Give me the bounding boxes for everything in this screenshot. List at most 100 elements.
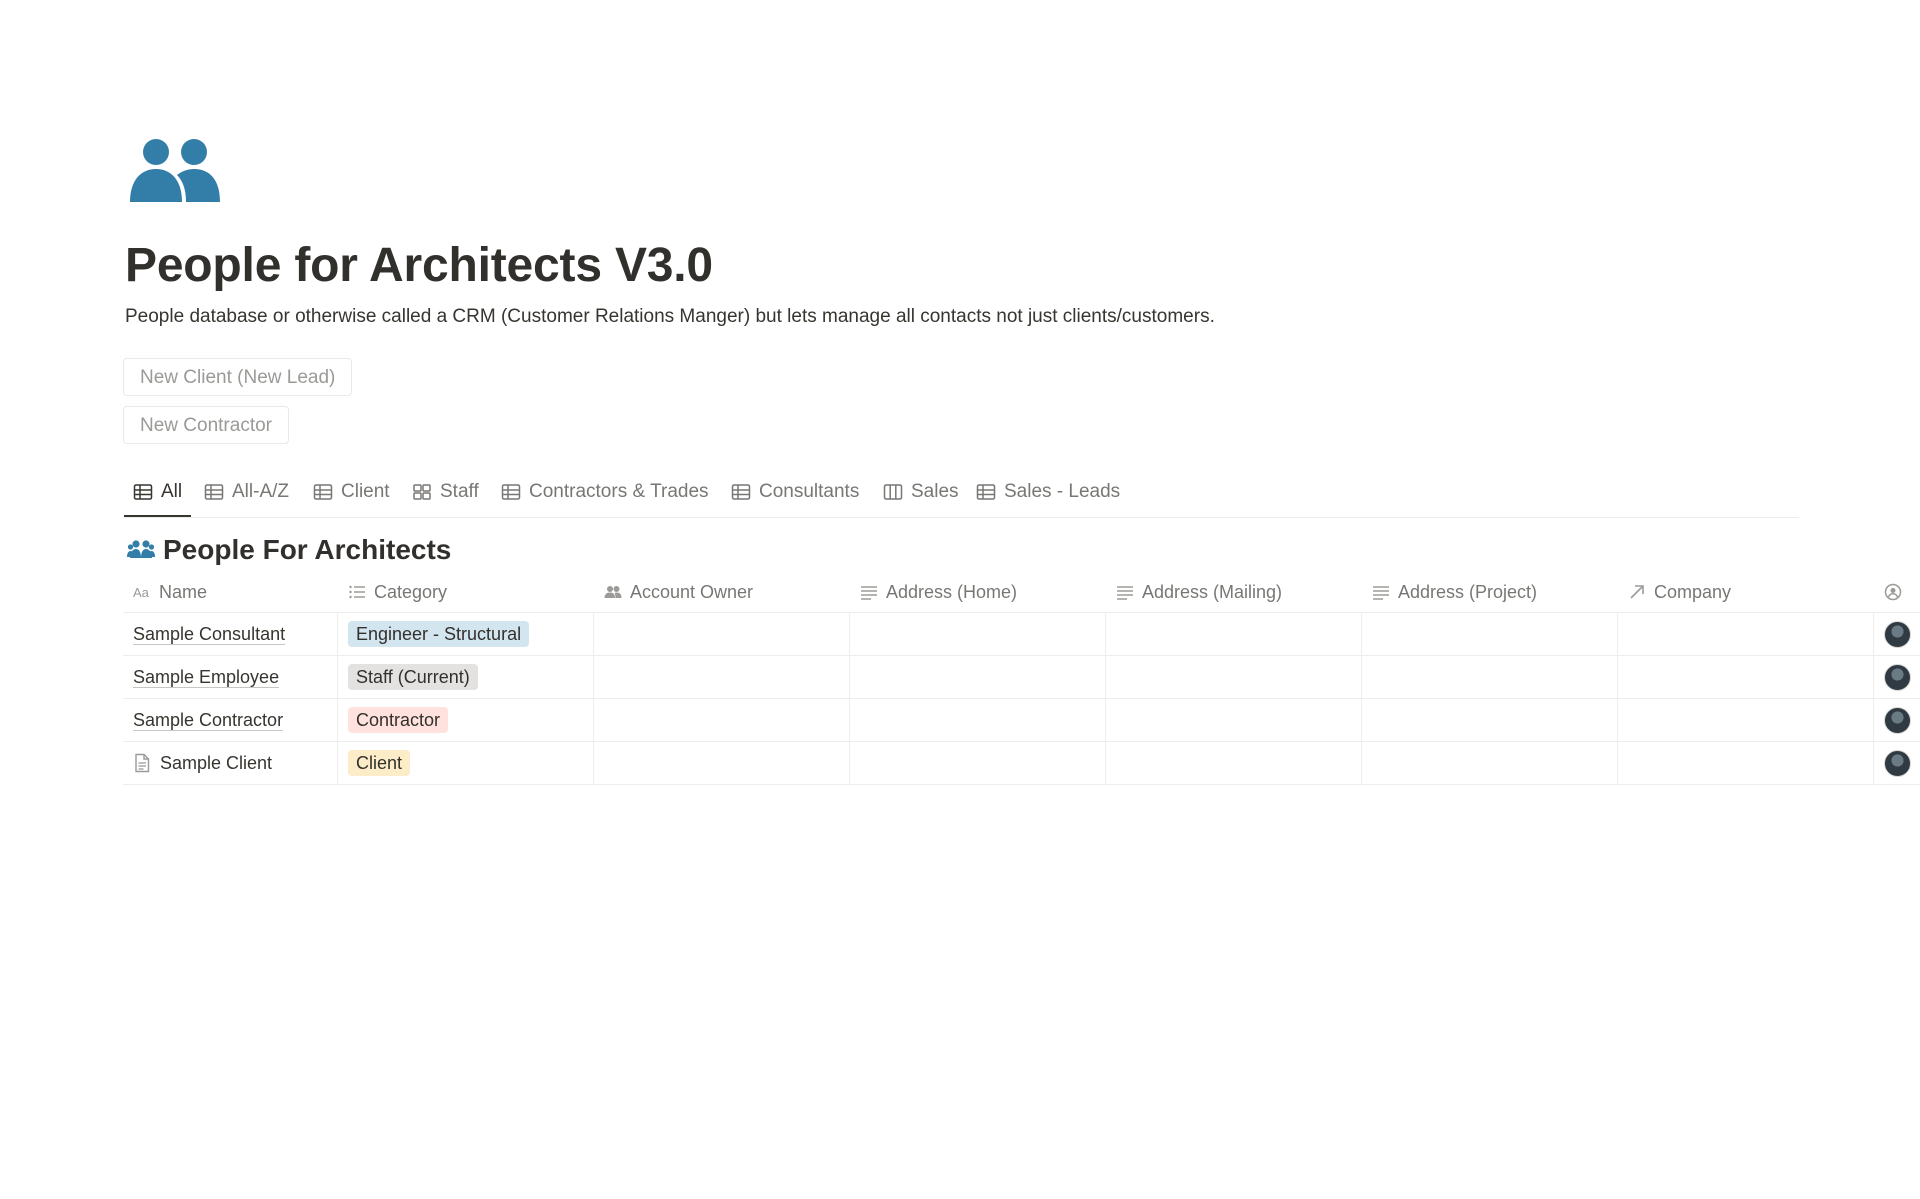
tab-label: Client xyxy=(341,481,390,502)
new-contractor-button[interactable]: New Contractor xyxy=(123,406,289,444)
address-project-cell[interactable] xyxy=(1362,699,1618,741)
page-title: People for Architects V3.0 xyxy=(125,239,713,292)
address-project-cell[interactable] xyxy=(1362,613,1618,655)
name-cell[interactable]: Sample Contractor xyxy=(123,699,338,741)
address-home-cell[interactable] xyxy=(850,742,1106,784)
table-icon xyxy=(133,484,153,500)
column-header-account-owner[interactable]: Account Owner xyxy=(594,572,850,612)
table-icon xyxy=(313,484,333,500)
name-cell[interactable]: Sample Employee xyxy=(123,656,338,698)
avatar xyxy=(1884,706,1911,734)
tab-sales[interactable]: Sales xyxy=(883,468,959,516)
created-by-icon xyxy=(1884,583,1902,601)
view-tabs: All All-A/Z Client Staff Contractors & T… xyxy=(123,468,1799,518)
table-icon xyxy=(976,484,996,500)
column-label: Address (Home) xyxy=(886,581,1018,602)
svg-text:Aa: Aa xyxy=(133,585,150,600)
category-tag: Client xyxy=(348,750,411,776)
column-header-address-project[interactable]: Address (Project) xyxy=(1362,572,1618,612)
list-icon xyxy=(349,585,365,599)
people-icon xyxy=(127,540,155,558)
new-client-button[interactable]: New Client (New Lead) xyxy=(123,358,353,396)
address-mailing-cell[interactable] xyxy=(1106,656,1362,698)
text-icon xyxy=(1373,586,1389,600)
account-owner-cell[interactable] xyxy=(594,742,850,784)
table-row[interactable]: Sample Client Client xyxy=(123,742,1920,785)
tab-all-a-z[interactable]: All-A/Z xyxy=(204,468,289,516)
address-project-cell[interactable] xyxy=(1362,742,1618,784)
table-icon xyxy=(204,484,224,500)
column-label: Address (Project) xyxy=(1398,581,1538,602)
address-home-cell[interactable] xyxy=(850,656,1106,698)
tab-consultants[interactable]: Consultants xyxy=(731,468,859,516)
tab-all[interactable]: All xyxy=(123,468,192,517)
page-description: People database or otherwise called a CR… xyxy=(125,306,1215,327)
avatar xyxy=(1884,620,1911,648)
address-mailing-cell[interactable] xyxy=(1106,699,1362,741)
company-cell[interactable] xyxy=(1618,656,1874,698)
people-table: Aa Name Category Account Owner Address (… xyxy=(123,572,1920,785)
tab-contractors-trades[interactable]: Contractors & Trades xyxy=(501,468,709,516)
column-label: Account Owner xyxy=(630,581,754,602)
address-home-cell[interactable] xyxy=(850,613,1106,655)
tab-staff[interactable]: Staff xyxy=(412,468,479,516)
name-cell[interactable]: Sample Consultant xyxy=(123,613,338,655)
column-label: Name xyxy=(159,581,208,602)
table-header: Aa Name Category Account Owner Address (… xyxy=(123,572,1920,613)
company-cell[interactable] xyxy=(1618,699,1874,741)
row-name[interactable]: Sample Consultant xyxy=(133,624,286,645)
text-icon xyxy=(1117,586,1133,600)
person-icon xyxy=(604,586,622,598)
category-cell[interactable]: Engineer - Structural xyxy=(338,613,594,655)
company-cell[interactable] xyxy=(1618,613,1874,655)
people-icon[interactable] xyxy=(130,138,226,202)
column-header-company[interactable]: Company xyxy=(1618,572,1874,612)
account-owner-cell[interactable] xyxy=(594,699,850,741)
table-row[interactable]: Sample Contractor Contractor xyxy=(123,699,1920,742)
title-icon: Aa xyxy=(133,585,150,600)
category-cell[interactable]: Contractor xyxy=(338,699,594,741)
column-label: Category xyxy=(374,581,448,602)
category-cell[interactable]: Client xyxy=(338,742,594,784)
row-name[interactable]: Sample Employee xyxy=(133,667,280,688)
address-mailing-cell[interactable] xyxy=(1106,742,1362,784)
address-mailing-cell[interactable] xyxy=(1106,613,1362,655)
database-title[interactable]: People For Architects xyxy=(127,530,451,570)
created-by-cell[interactable] xyxy=(1874,742,1920,784)
category-tag: Staff (Current) xyxy=(348,664,478,690)
table-row[interactable]: Sample Consultant Engineer - Structural xyxy=(123,613,1920,656)
tab-label: Consultants xyxy=(759,481,860,502)
category-cell[interactable]: Staff (Current) xyxy=(338,656,594,698)
name-cell[interactable]: Sample Client xyxy=(123,742,338,784)
address-home-cell[interactable] xyxy=(850,699,1106,741)
column-header-address-home[interactable]: Address (Home) xyxy=(850,572,1106,612)
document-icon xyxy=(135,753,150,773)
table-row[interactable]: Sample Employee Staff (Current) xyxy=(123,656,1920,699)
created-by-cell[interactable] xyxy=(1874,613,1920,655)
created-by-cell[interactable] xyxy=(1874,656,1920,698)
account-owner-cell[interactable] xyxy=(594,656,850,698)
address-project-cell[interactable] xyxy=(1362,656,1618,698)
category-tag: Contractor xyxy=(348,707,449,733)
text-icon xyxy=(861,586,877,600)
tab-label: Staff xyxy=(440,481,479,502)
company-cell[interactable] xyxy=(1618,742,1874,784)
tab-label: Sales - Leads xyxy=(1004,481,1121,502)
gallery-icon xyxy=(413,484,431,500)
column-header-address-mailing[interactable]: Address (Mailing) xyxy=(1106,572,1362,612)
avatar xyxy=(1884,749,1911,777)
row-name[interactable]: Sample Contractor xyxy=(133,710,284,731)
created-by-cell[interactable] xyxy=(1874,699,1920,741)
column-header-created-by[interactable] xyxy=(1874,572,1920,612)
account-owner-cell[interactable] xyxy=(594,613,850,655)
column-label: Address (Mailing) xyxy=(1142,581,1283,602)
column-header-category[interactable]: Category xyxy=(338,572,594,612)
column-header-name[interactable]: Aa Name xyxy=(123,572,338,612)
tab-client[interactable]: Client xyxy=(313,468,390,516)
relation-icon xyxy=(1630,585,1644,599)
row-name[interactable]: Sample Client xyxy=(160,753,272,773)
tab-label: All xyxy=(161,481,183,502)
tab-label: Sales xyxy=(911,481,959,502)
avatar xyxy=(1884,663,1911,691)
tab-sales-leads[interactable]: Sales - Leads xyxy=(976,468,1120,516)
